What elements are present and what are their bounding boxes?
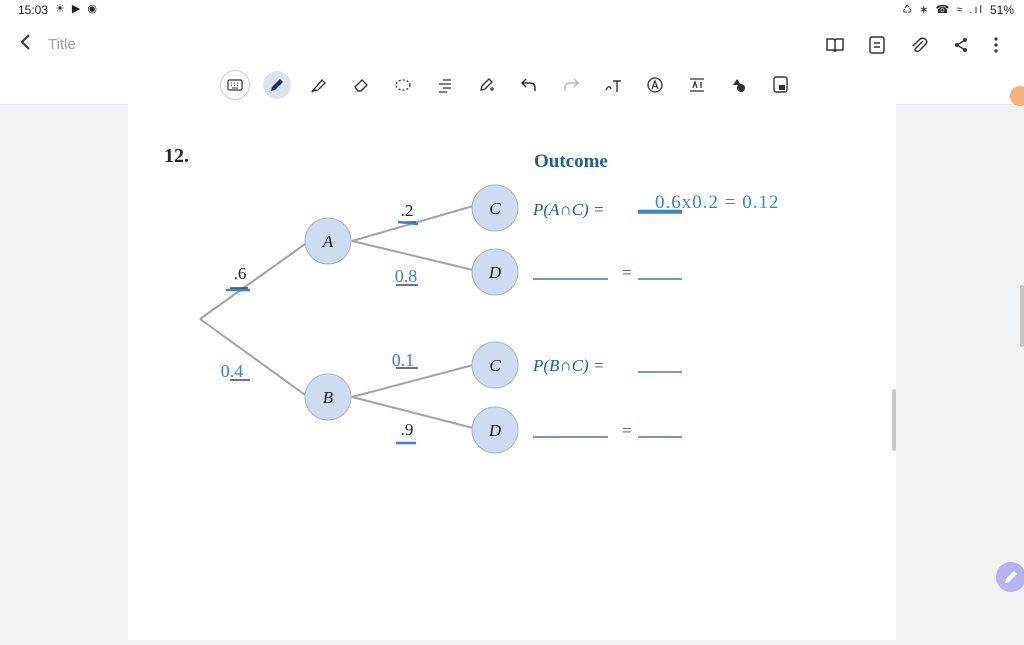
undo-icon [520, 78, 536, 91]
exercise-canvas: A B C D C D 12. Outcome .6 .2 .9 P(A∩C) … [164, 145, 778, 454]
insert-image-icon [773, 76, 788, 93]
branch-start-a [199, 241, 309, 320]
lasso-icon [395, 79, 411, 91]
outcome-row-4-equals: = [622, 421, 632, 440]
handwriting-to-text-tool[interactable] [592, 69, 634, 101]
side-panel-handle[interactable] [892, 389, 896, 451]
ink-b-c: 0.1 [392, 350, 415, 370]
highlighter-tool[interactable] [298, 69, 340, 101]
drawing-toolbar [0, 68, 1024, 105]
more-button[interactable] [982, 32, 1010, 58]
status-bar: 15:03 ☀ ▶ ◉ ♺ ∗ ☎ ≈ .ıl 51% [0, 0, 1024, 22]
status-time: 15:03 [18, 3, 49, 17]
highlighter-icon [311, 78, 326, 93]
eraser-tool[interactable] [340, 69, 382, 101]
pen-icon [271, 79, 283, 91]
redo-icon [564, 78, 580, 91]
shapes-icon [733, 79, 745, 92]
system-icons: ♺ ∗ ☎ ≈ .ıl [902, 4, 984, 16]
text-align-icon [439, 79, 451, 93]
undo-button[interactable] [508, 69, 550, 101]
app-header: Title [0, 22, 1024, 68]
eraser-icon [354, 79, 368, 92]
keyboard-tool[interactable] [214, 69, 256, 101]
ink-a-d: 0.8 [395, 266, 418, 286]
document-title[interactable]: Title [48, 36, 76, 53]
redo-button[interactable] [550, 69, 592, 101]
pen-tool[interactable] [256, 69, 298, 101]
problem-number: 12. [164, 145, 189, 167]
branch-start-b [199, 318, 309, 398]
book-icon [826, 38, 844, 53]
note-page[interactable]: A B C D C D 12. Outcome .6 .2 .9 P(A∩C) … [128, 104, 896, 640]
outcome-row-2-equals: = [622, 263, 632, 282]
pen-settings-tool[interactable] [466, 69, 508, 101]
node-d-upper-label: D [488, 263, 502, 282]
back-button[interactable] [14, 32, 38, 56]
notification-icons: ☀ ▶ ◉ [55, 3, 100, 15]
outcome-row-3-label: P(B∩C) = [532, 356, 604, 375]
share-icon [955, 38, 967, 52]
shapes-tool[interactable] [718, 69, 760, 101]
branch-label-b-d: .9 [401, 420, 414, 439]
insert-image-tool[interactable] [760, 69, 802, 101]
node-c-upper-label: C [489, 199, 501, 218]
share-button[interactable] [940, 32, 982, 58]
attach-button[interactable] [898, 32, 940, 58]
node-b: B [304, 373, 352, 421]
paperclip-icon [912, 37, 928, 53]
more-vertical-icon [994, 37, 998, 53]
node-c-upper: C [471, 184, 519, 232]
outcome-row-1-label: P(A∩C) = [532, 200, 604, 219]
node-d-lower-label: D [488, 421, 502, 440]
chevron-left-icon [20, 34, 30, 50]
node-d-upper: D [471, 248, 519, 296]
node-a-label: A [322, 232, 334, 251]
book-view-button[interactable] [814, 32, 856, 58]
ink-start-b: 0.4 [221, 361, 244, 381]
outcome-heading: Outcome [534, 151, 608, 172]
list-icon [869, 36, 885, 54]
text-align-tool[interactable] [424, 69, 466, 101]
pen-settings-icon [480, 78, 494, 91]
text-box-icon [690, 78, 704, 92]
floating-pen-button[interactable] [996, 562, 1024, 592]
floating-pen-indicator[interactable] [1010, 86, 1024, 106]
text-style-icon [647, 77, 663, 93]
node-b-label: B [323, 388, 334, 407]
text-style-tool[interactable] [634, 69, 676, 101]
node-c-lower-label: C [489, 356, 501, 375]
node-d-lower: D [471, 406, 519, 454]
scroll-handle[interactable] [1020, 285, 1024, 347]
pen-icon [1005, 571, 1017, 583]
header-actions [814, 32, 1010, 58]
branch-label-a-c: .2 [401, 201, 414, 220]
page-list-button[interactable] [856, 32, 898, 58]
battery-level: 51% [989, 3, 1014, 17]
lasso-tool[interactable] [382, 69, 424, 101]
text-box-tool[interactable] [676, 69, 718, 101]
branch-label-start-a: .6 [234, 264, 247, 283]
keyboard-icon [227, 79, 243, 91]
node-c-lower: C [471, 341, 519, 389]
node-a: A [304, 217, 352, 265]
handwriting-to-text-icon [605, 80, 621, 92]
